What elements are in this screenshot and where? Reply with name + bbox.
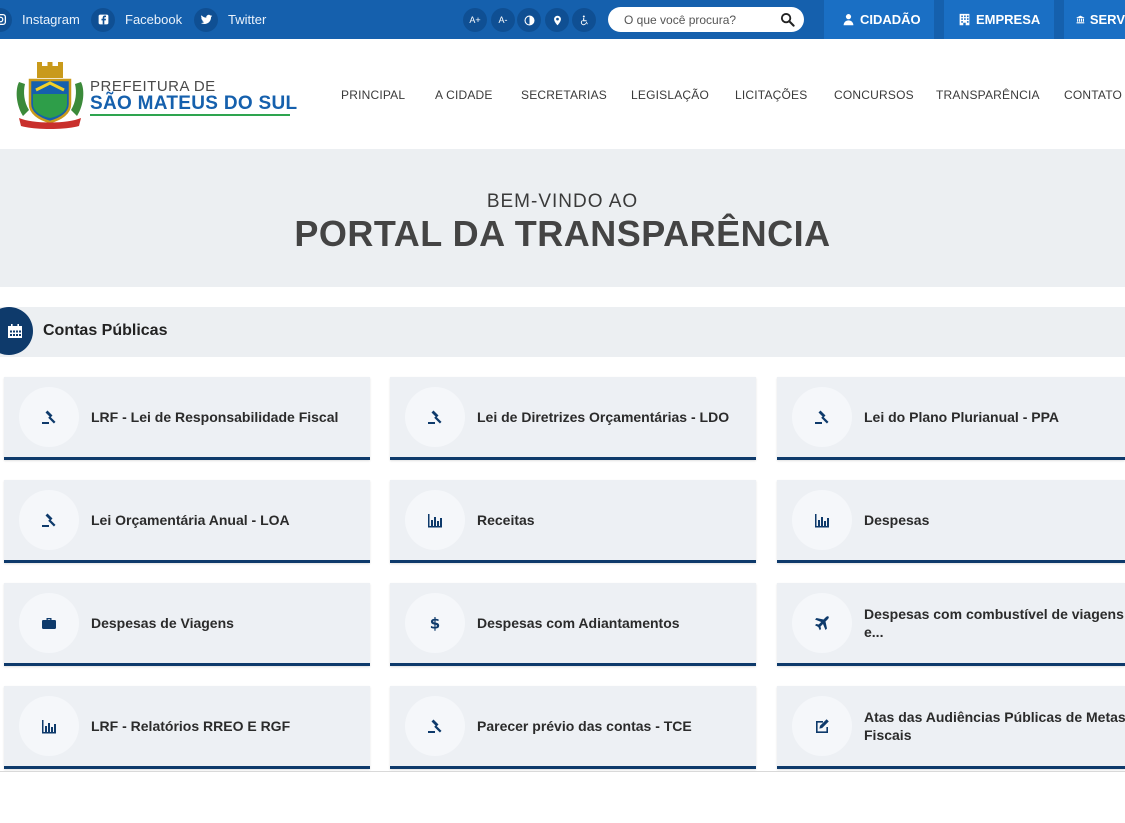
svg-text:$: $: [430, 615, 440, 631]
user-icon: [843, 14, 854, 26]
building-icon: [959, 13, 970, 26]
twitter-icon: [194, 7, 218, 32]
decrease-font-button[interactable]: A-: [491, 8, 515, 32]
section-title: Contas Públicas: [43, 322, 168, 339]
wheelchair-icon: [580, 14, 588, 25]
card-ppa[interactable]: Lei do Plano Plurianual - PPA: [777, 377, 1125, 460]
card-icon-circle: [792, 387, 852, 447]
social-facebook-link[interactable]: Facebook: [91, 0, 182, 39]
card-despesas[interactable]: Despesas: [777, 480, 1125, 563]
briefcase-icon: [42, 618, 56, 629]
calendar-icon: [8, 324, 22, 338]
institution-icon: [1076, 15, 1085, 24]
top-bar: Instagram Facebook Twitter A+ A- CIDADÃO…: [0, 0, 1125, 39]
gavel-icon: [428, 410, 442, 424]
card-lrf[interactable]: LRF - Lei de Responsabilidade Fiscal: [4, 377, 370, 460]
nav-legislacao[interactable]: LEGISLAÇÃO: [631, 88, 709, 102]
search-box: [608, 7, 804, 32]
social-twitter-link[interactable]: Twitter: [194, 0, 266, 39]
dollar-icon: $: [430, 615, 440, 631]
tab-label: SERV: [1089, 12, 1125, 27]
card-label: Despesas com Adiantamentos: [477, 615, 680, 631]
gavel-icon: [42, 513, 56, 527]
card-icon-circle: [792, 490, 852, 550]
nav-transparencia[interactable]: TRANSPARÊNCIA: [936, 88, 1040, 102]
bar-chart-icon: [428, 514, 442, 528]
card-label: Atas das Audiências Públicas de Metas Fi…: [864, 709, 1125, 743]
social-label: Instagram: [22, 12, 80, 27]
page-title: PORTAL DA TRANSPARÊNCIA: [294, 213, 831, 254]
city-coat-of-arms-logo[interactable]: [13, 60, 87, 130]
card-label: LRF - Relatórios RREO E RGF: [91, 718, 291, 734]
card-ldo[interactable]: Lei de Diretrizes Orçamentárias - LDO: [390, 377, 756, 460]
card-icon-circle: [19, 696, 79, 756]
section-icon-badge: [0, 307, 33, 355]
hero-subtitle: BEM-VINDO AO: [486, 191, 639, 212]
footer-divider: [0, 771, 1125, 772]
search-input[interactable]: [624, 11, 774, 28]
card-label: Lei de Diretrizes Orçamentárias - LDO: [477, 409, 730, 425]
edit-icon: [816, 719, 829, 733]
bar-chart-icon: [815, 514, 829, 528]
brand-name[interactable]: SÃO MATEUS DO SUL: [90, 93, 297, 115]
hero-banner: BEM-VINDO AO PORTAL DA TRANSPARÊNCIA: [0, 149, 1125, 287]
card-label: Lei do Plano Plurianual - PPA: [864, 409, 1059, 425]
card-label: Despesas de Viagens: [91, 615, 234, 631]
tab-cidadao[interactable]: CIDADÃO: [824, 0, 934, 39]
nav-principal[interactable]: PRINCIPAL: [341, 88, 405, 102]
search-icon[interactable]: [780, 12, 795, 27]
card-icon-circle: [19, 593, 79, 653]
increase-font-button[interactable]: A+: [463, 8, 487, 32]
gavel-icon: [815, 410, 829, 424]
social-instagram-link[interactable]: Instagram: [0, 0, 80, 39]
gavel-icon: [42, 410, 56, 424]
card-label: Lei Orçamentária Anual - LOA: [91, 512, 290, 528]
card-icon-circle: [405, 696, 465, 756]
nav-secretarias[interactable]: SECRETARIAS: [521, 88, 607, 102]
accessibility-button[interactable]: [572, 8, 596, 32]
plane-icon: [815, 616, 829, 631]
card-receitas[interactable]: Receitas: [390, 480, 756, 563]
nav-concursos[interactable]: CONCURSOS: [834, 88, 914, 102]
card-icon-circle: [792, 696, 852, 756]
card-label: Receitas: [477, 512, 535, 528]
card-icon-circle: [19, 387, 79, 447]
card-despesas-viagens[interactable]: Despesas de Viagens: [4, 583, 370, 666]
nav-contato[interactable]: CONTATO: [1064, 88, 1122, 102]
social-label: Twitter: [228, 12, 267, 27]
card-icon-circle: [792, 593, 852, 653]
tab-label: EMPRESA: [976, 12, 1041, 27]
nav-licitacoes[interactable]: LICITAÇÕES: [735, 88, 807, 102]
card-atas-audiencias[interactable]: Atas das Audiências Públicas de Metas Fi…: [777, 686, 1125, 769]
nav-a-cidade[interactable]: A CIDADE: [435, 88, 493, 102]
contrast-button[interactable]: [517, 8, 541, 32]
brand-underline: [90, 114, 290, 116]
card-parecer-tce[interactable]: Parecer prévio das contas - TCE: [390, 686, 756, 769]
gavel-icon: [428, 719, 442, 733]
social-label: Facebook: [125, 12, 183, 27]
card-label: Despesas com combustível de viagens e...: [864, 606, 1124, 640]
card-despesas-adiantamentos[interactable]: $ Despesas com Adiantamentos: [390, 583, 756, 666]
tab-servidor[interactable]: SERV: [1064, 0, 1125, 39]
card-label: Despesas: [864, 512, 930, 528]
tab-empresa[interactable]: EMPRESA: [944, 0, 1054, 39]
section-header: Contas Públicas: [0, 307, 1125, 357]
facebook-icon: [91, 7, 115, 32]
contrast-icon: [523, 14, 535, 26]
card-label: LRF - Lei de Responsabilidade Fiscal: [91, 409, 339, 425]
instagram-icon: [0, 7, 12, 32]
map-marker-icon: [553, 15, 561, 25]
location-button[interactable]: [545, 8, 569, 32]
card-icon-circle: $: [405, 593, 465, 653]
bar-chart-icon: [42, 720, 56, 734]
card-label: Parecer prévio das contas - TCE: [477, 718, 692, 734]
card-loa[interactable]: Lei Orçamentária Anual - LOA: [4, 480, 370, 563]
card-lrf-relatorios[interactable]: LRF - Relatórios RREO E RGF: [4, 686, 370, 769]
card-despesas-combustivel[interactable]: Despesas com combustível de viagens e...: [777, 583, 1125, 666]
card-icon-circle: [19, 490, 79, 550]
card-icon-circle: [405, 387, 465, 447]
tab-label: CIDADÃO: [860, 12, 921, 27]
card-icon-circle: [405, 490, 465, 550]
